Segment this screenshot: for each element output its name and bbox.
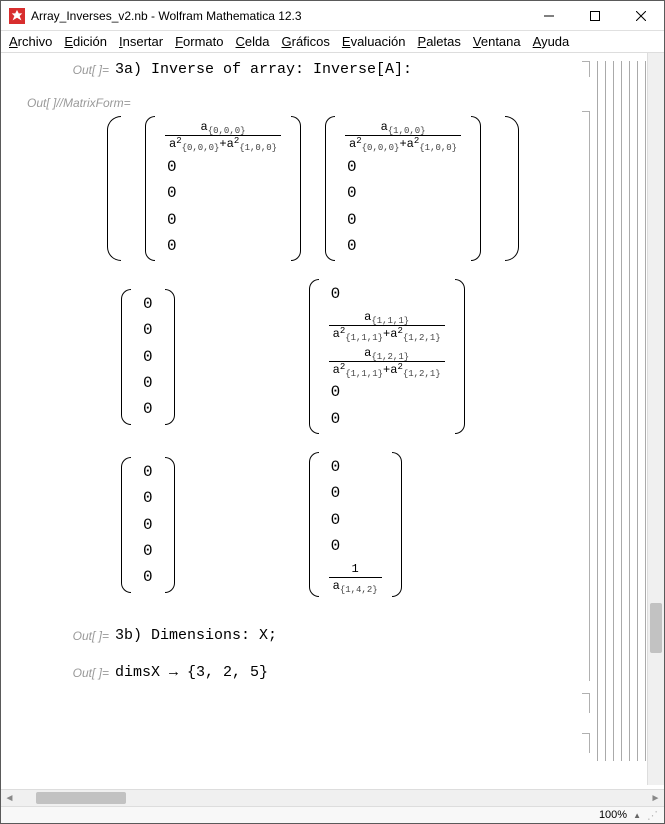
horizontal-scrollbar[interactable]: ◄ ►	[1, 789, 664, 806]
submatrix-3-1: 0 0 0 0 0	[121, 457, 175, 593]
menu-archivo[interactable]: Archivo	[9, 34, 52, 49]
vertical-scroll-thumb[interactable]	[650, 603, 662, 653]
zoom-menu-icon[interactable]: ▲	[633, 811, 641, 820]
submatrix-2-1: 0 0 0 0 0	[121, 289, 175, 425]
out-3a: Out[ ]= 3a) Inverse of array: Inverse[A]…	[51, 61, 574, 78]
frac-100: a{1,0,0} a2{0,0,0}+a2{1,0,0}	[343, 118, 463, 154]
matrix-row-2: 0 0 0 0 0 0 a{1,1,1} a2{1,1,1}+a2{1,	[107, 279, 574, 434]
out-3a-text: 3a) Inverse of array: Inverse[A]:	[115, 61, 412, 78]
menu-formato[interactable]: Formato	[175, 34, 223, 49]
out-3b-text: 3b) Dimensions: X;	[115, 627, 277, 644]
status-bar: 100% ▲ ⋰	[1, 806, 664, 823]
menu-graficos[interactable]: Gráficos	[281, 34, 329, 49]
out-dimsx-text: dimsX → {3, 2, 5}	[115, 664, 268, 681]
minimize-button[interactable]	[526, 1, 572, 31]
matrix-output: a{0,0,0} a2{0,0,0}+a2{1,0,0} 0 0 0 0	[107, 116, 574, 597]
menu-bar: Archivo Edición Insertar Formato Celda G…	[1, 31, 664, 53]
zoom-level[interactable]: 100%	[599, 809, 627, 821]
horizontal-scroll-track[interactable]	[18, 790, 647, 806]
maximize-button[interactable]	[572, 1, 618, 31]
out-3b: Out[ ]= 3b) Dimensions: X;	[51, 627, 574, 644]
submatrix-1-1: a{0,0,0} a2{0,0,0}+a2{1,0,0} 0 0 0 0	[145, 116, 301, 261]
menu-ventana[interactable]: Ventana	[473, 34, 521, 49]
outer-paren-right	[505, 116, 519, 261]
menu-celda[interactable]: Celda	[236, 34, 270, 49]
window-title: Array_Inverses_v2.nb - Wolfram Mathemati…	[31, 9, 526, 23]
menu-edicion[interactable]: Edición	[64, 34, 107, 49]
app-icon	[9, 8, 25, 24]
out-label: Out[ ]=	[51, 627, 109, 643]
submatrix-1-2: a{1,0,0} a2{0,0,0}+a2{1,0,0} 0 0 0 0	[325, 116, 481, 261]
matrix-row-3: 0 0 0 0 0 0 0 0 0	[107, 452, 574, 597]
horizontal-scroll-thumb[interactable]	[36, 792, 126, 804]
vertical-scrollbar[interactable]	[647, 53, 664, 785]
matrix-row-1: a{0,0,0} a2{0,0,0}+a2{1,0,0} 0 0 0 0	[107, 116, 574, 261]
menu-ayuda[interactable]: Ayuda	[533, 34, 570, 49]
out-label: Out[ ]=	[51, 664, 109, 680]
scroll-right-button[interactable]: ►	[647, 790, 664, 807]
frac-1-over-a142: 1 a{1,4,2}	[327, 560, 384, 596]
out-label: Out[ ]=	[51, 61, 109, 77]
scroll-left-button[interactable]: ◄	[1, 790, 18, 807]
submatrix-2-2: 0 a{1,1,1} a2{1,1,1}+a2{1,2,1} a{1,2,1} …	[309, 279, 465, 434]
submatrix-3-2: 0 0 0 0 1 a{1,4,2}	[309, 452, 402, 597]
frac-111: a{1,1,1} a2{1,1,1}+a2{1,2,1}	[327, 308, 447, 344]
notebook[interactable]: Out[ ]= 3a) Inverse of array: Inverse[A]…	[7, 53, 574, 785]
menu-insertar[interactable]: Insertar	[119, 34, 163, 49]
frac-121: a{1,2,1} a2{1,1,1}+a2{1,2,1}	[327, 344, 447, 380]
close-button[interactable]	[618, 1, 664, 31]
frac-000: a{0,0,0} a2{0,0,0}+a2{1,0,0}	[163, 118, 283, 154]
resize-grip-icon[interactable]: ⋰	[647, 809, 656, 822]
menu-paletas[interactable]: Paletas	[418, 34, 461, 49]
matrixform-label: Out[ ]//MatrixForm=	[27, 96, 574, 110]
outer-paren-left	[107, 116, 121, 261]
title-bar: Array_Inverses_v2.nb - Wolfram Mathemati…	[1, 1, 664, 31]
menu-evaluacion[interactable]: Evaluación	[342, 34, 406, 49]
content-area: Out[ ]= 3a) Inverse of array: Inverse[A]…	[1, 53, 664, 785]
cell-brackets[interactable]	[576, 53, 646, 785]
out-dimsx: Out[ ]= dimsX → {3, 2, 5}	[51, 664, 574, 681]
